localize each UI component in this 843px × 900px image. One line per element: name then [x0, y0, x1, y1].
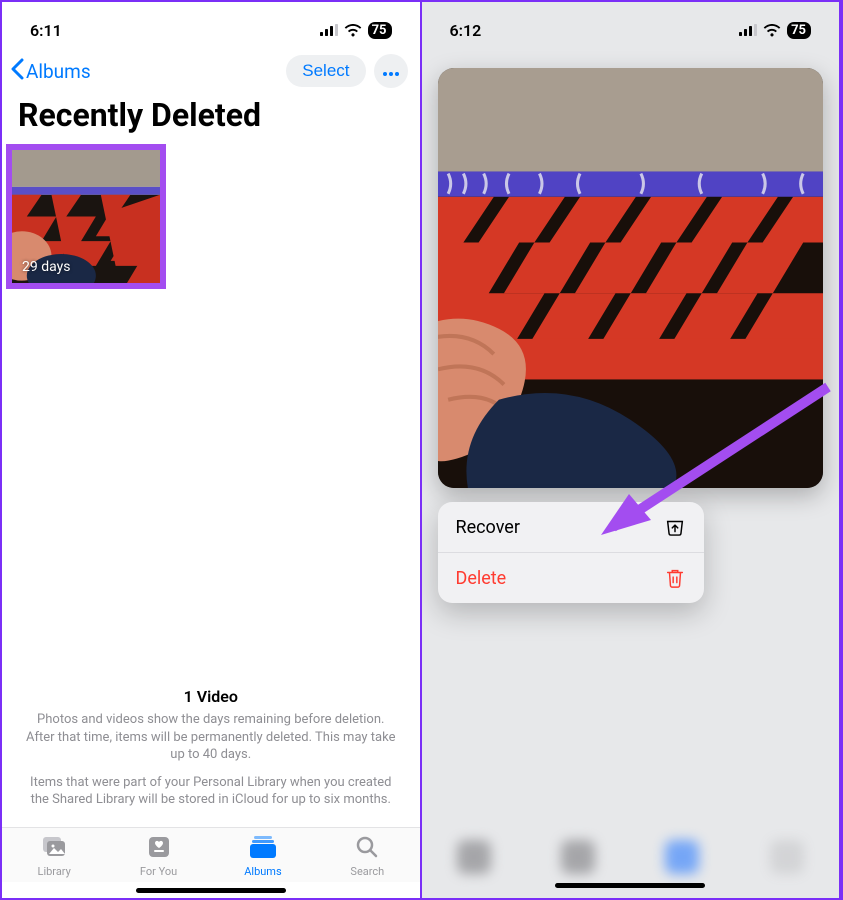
tab-label: Albums	[244, 865, 281, 878]
tab-for-you[interactable]: For You	[124, 834, 194, 878]
tab-library[interactable]: Library	[19, 834, 89, 878]
menu-label: Delete	[456, 568, 507, 589]
cellular-icon	[739, 24, 757, 36]
blurred-tab-bar	[422, 840, 840, 874]
status-bar: 6:12 75	[422, 2, 840, 46]
tab-search[interactable]: Search	[332, 834, 402, 878]
wifi-icon	[344, 24, 362, 37]
cellular-icon	[320, 24, 338, 36]
back-label: Albums	[26, 60, 91, 83]
search-icon	[352, 834, 382, 863]
library-icon	[39, 834, 69, 863]
photo-grid: 29 days	[2, 144, 420, 289]
wifi-icon	[763, 24, 781, 37]
menu-label: Recover	[456, 517, 520, 538]
status-indicators: 75	[320, 22, 392, 39]
status-time: 6:11	[30, 21, 62, 40]
menu-recover[interactable]: Recover	[438, 502, 704, 553]
page-title: Recently Deleted	[2, 94, 420, 144]
menu-delete[interactable]: Delete	[438, 553, 704, 603]
for-you-icon	[144, 834, 174, 863]
trash-icon	[664, 567, 686, 589]
nav-bar: Albums Select	[2, 46, 420, 94]
recover-icon	[664, 516, 686, 538]
info-title: 1 Video	[22, 686, 400, 708]
screen-recently-deleted: 6:11 75 Albums Select	[2, 2, 422, 898]
status-time: 6:12	[450, 21, 482, 40]
tab-label: Search	[350, 865, 384, 878]
tab-label: Library	[38, 865, 71, 878]
albums-icon	[248, 834, 278, 863]
battery-indicator: 75	[368, 22, 392, 39]
battery-indicator: 75	[787, 22, 811, 39]
info-section: 1 Video Photos and videos show the days …	[2, 686, 420, 827]
info-paragraph-1: Photos and videos show the days remainin…	[22, 711, 400, 764]
info-paragraph-2: Items that were part of your Personal Li…	[22, 774, 400, 809]
status-indicators: 75	[739, 22, 811, 39]
photo-preview[interactable]	[438, 68, 824, 488]
ellipsis-icon	[382, 61, 400, 82]
photo-thumbnail[interactable]: 29 days	[6, 144, 166, 289]
tab-bar: Library For You Albums Search	[2, 827, 420, 882]
back-button[interactable]: Albums	[10, 58, 91, 85]
home-indicator[interactable]	[555, 883, 705, 888]
screen-context-menu: 6:12 75	[422, 2, 842, 898]
context-menu: Recover Delete	[438, 502, 704, 603]
select-button[interactable]: Select	[286, 55, 365, 87]
more-button[interactable]	[374, 54, 408, 88]
nav-actions: Select	[286, 54, 407, 88]
days-remaining-label: 29 days	[22, 259, 70, 275]
home-indicator[interactable]	[136, 888, 286, 893]
tab-label: For You	[140, 865, 177, 878]
status-bar: 6:11 75	[2, 2, 420, 46]
tab-albums[interactable]: Albums	[228, 834, 298, 878]
chevron-left-icon	[10, 58, 24, 85]
